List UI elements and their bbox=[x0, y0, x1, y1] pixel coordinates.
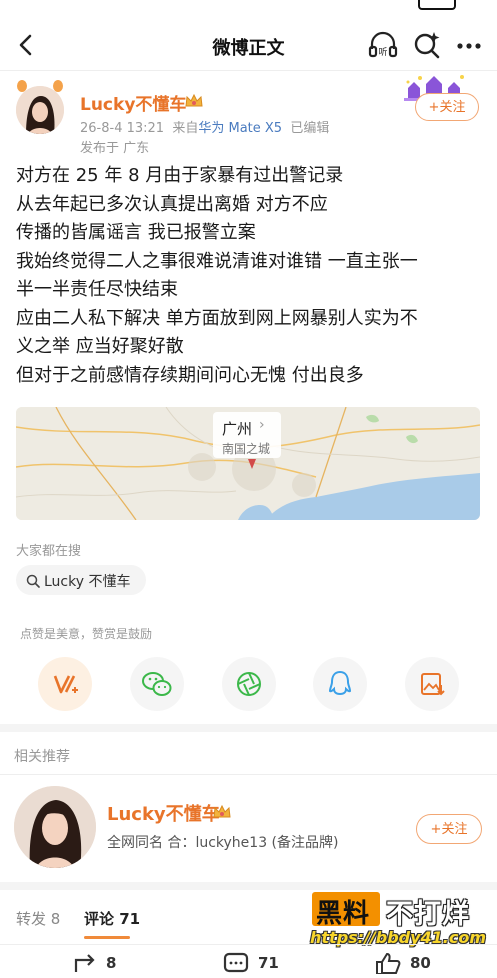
recommended-description: 全网同名 合：luckyhe13 (备注品牌) bbox=[107, 835, 339, 851]
search-button[interactable] bbox=[410, 28, 444, 62]
post-source-prefix: 来自 bbox=[172, 121, 199, 136]
search-sparkle-icon bbox=[414, 32, 440, 59]
watermark-text: 不打烊 bbox=[386, 899, 470, 930]
section-separator bbox=[0, 724, 497, 732]
divider bbox=[0, 70, 497, 71]
author-name[interactable]: Lucky不懂车 bbox=[80, 90, 186, 115]
post-location: 发布于 广东 bbox=[80, 141, 150, 156]
battery-icon bbox=[418, 0, 456, 10]
headphones-icon: 听 bbox=[368, 31, 398, 58]
reward-button[interactable] bbox=[38, 657, 92, 711]
post-line: 对方在 25 年 8 月由于家暴有过出警记录 bbox=[16, 165, 344, 186]
search-icon bbox=[26, 573, 40, 588]
comment-icon[interactable] bbox=[222, 952, 250, 974]
post-line: 传播的皆属谣言 我已报警立案 bbox=[16, 222, 256, 243]
divider bbox=[0, 774, 497, 775]
reward-v-plus-icon bbox=[53, 675, 78, 694]
listen-button[interactable]: 听 bbox=[366, 28, 400, 62]
image-download-icon bbox=[421, 673, 445, 696]
wechat-icon bbox=[142, 672, 172, 696]
post-body: 对方在 25 年 8 月由于家暴有过出警记录 从去年起已多次认真提出离婚 对方不… bbox=[16, 162, 482, 390]
watermark-text: 黑料 bbox=[316, 899, 371, 929]
balloon-decoration bbox=[12, 78, 68, 98]
share-qq-button[interactable] bbox=[313, 657, 367, 711]
praise-text: 点赞是美意，赞赏是鼓励 bbox=[20, 627, 153, 641]
status-bar bbox=[0, 0, 497, 10]
moments-aperture-icon bbox=[237, 672, 261, 696]
active-tab-indicator bbox=[84, 936, 130, 939]
tab-comment[interactable]: 评论 71 bbox=[84, 908, 140, 929]
top-navigation: 微博正文 听 bbox=[0, 22, 497, 70]
chevron-right-icon: › bbox=[259, 417, 265, 433]
share-moments-button[interactable] bbox=[222, 657, 276, 711]
recommended-follow-button[interactable]: +关注 bbox=[416, 814, 482, 844]
save-image-button[interactable] bbox=[405, 657, 459, 711]
repost-count[interactable]: 8 bbox=[106, 954, 116, 972]
comment-count[interactable]: 71 bbox=[258, 954, 279, 972]
svg-text:听: 听 bbox=[378, 47, 387, 58]
like-count[interactable]: 80 bbox=[410, 954, 431, 972]
recommended-avatar[interactable] bbox=[14, 786, 96, 868]
map-city: 广州 bbox=[222, 420, 253, 438]
more-dots-icon bbox=[457, 43, 481, 49]
related-label: 相关推荐 bbox=[14, 749, 70, 765]
edited-label[interactable]: 已编辑 bbox=[290, 121, 329, 136]
crown-badge-icon bbox=[184, 93, 204, 109]
post-device[interactable]: 华为 Mate X5 bbox=[198, 121, 282, 136]
recommended-name[interactable]: Lucky不懂车 bbox=[107, 800, 220, 826]
map-subtitle: 南国之城 bbox=[222, 442, 271, 456]
post-line: 应由二人私下解决 单方面放到网上网暴别人实为不 bbox=[16, 307, 418, 329]
follow-button[interactable]: +关注 bbox=[415, 93, 479, 121]
post-line: 我始终觉得二人之事很难说清谁对谁错 一直主张一 bbox=[16, 250, 418, 272]
qq-penguin-icon bbox=[328, 670, 352, 696]
post-meta: 26-8-4 13:21 来自华为 Mate X5 已编辑 bbox=[80, 117, 329, 136]
tab-repost[interactable]: 转发 8 bbox=[16, 908, 60, 929]
like-icon[interactable] bbox=[374, 952, 402, 975]
portrait-image bbox=[14, 786, 96, 868]
post-line: 但对于之前感情存续期间问心无愧 付出良多 bbox=[16, 364, 364, 386]
share-wechat-button[interactable] bbox=[130, 657, 184, 711]
more-button[interactable] bbox=[452, 28, 486, 62]
post-line: 半一半责任尽快结束 bbox=[16, 279, 178, 300]
post-time: 26-8-4 13:21 bbox=[80, 121, 165, 136]
search-chip-label: Lucky 不懂车 bbox=[44, 574, 131, 590]
hot-search-label: 大家都在搜 bbox=[16, 544, 82, 559]
divider bbox=[0, 944, 497, 945]
post-line: 义之举 应当好聚好散 bbox=[16, 336, 184, 357]
repost-icon[interactable] bbox=[72, 952, 100, 974]
crown-badge-icon bbox=[212, 804, 232, 820]
section-separator bbox=[0, 882, 497, 890]
post-line: 从去年起已多次认真提出离婚 对方不应 bbox=[16, 193, 328, 215]
